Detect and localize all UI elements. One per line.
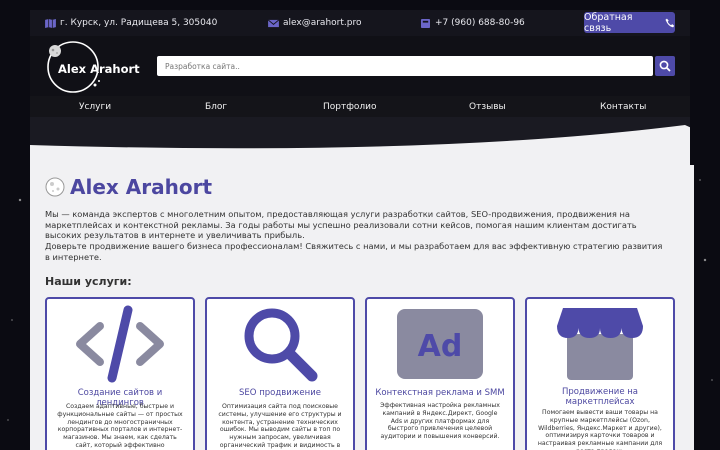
logo-text: Alex Arahort xyxy=(58,62,140,76)
code-icon xyxy=(76,305,164,383)
search-icon xyxy=(659,60,671,72)
service-desc: Оптимизация сайта под поисковые системы,… xyxy=(218,403,342,450)
service-card-ads[interactable]: Ad Контекстная реклама и SMM Эффективная… xyxy=(365,297,515,450)
storefront-icon xyxy=(557,308,643,380)
logo[interactable]: Alex Arahort xyxy=(45,41,155,93)
svg-text:Ad: Ad xyxy=(418,329,463,364)
nav-item-portfolio[interactable]: Портфолио xyxy=(323,102,377,112)
magnifier-icon xyxy=(244,308,318,382)
site-header: Alex Arahort xyxy=(30,36,690,96)
address-text: г. Курск, ул. Радищева 5, 305040 xyxy=(60,18,218,28)
service-card-web[interactable]: Создание сайтов и лендингов Создаем адап… xyxy=(45,297,195,450)
moon-icon xyxy=(45,177,65,197)
top-contact-bar: г. Курск, ул. Радищева 5, 305040 alex@ar… xyxy=(30,10,690,36)
service-desc: Эффективная настройка рекламных кампаний… xyxy=(380,402,500,441)
page-heading: Alex Arahort xyxy=(45,175,212,199)
email-item[interactable]: alex@arahort.pro xyxy=(268,18,361,28)
main-content: Alex Arahort Мы — команда экспертов с мн… xyxy=(30,165,694,450)
nav-item-reviews[interactable]: Отзывы xyxy=(469,102,506,112)
service-desc: Создаем адаптивные, быстрые и функционал… xyxy=(57,403,183,450)
phone-book-icon xyxy=(421,18,430,28)
phone-item[interactable]: +7 (960) 688-80-96 xyxy=(420,18,525,28)
main-nav: Услуги Блог Портфолио Отзывы Контакты xyxy=(30,96,690,117)
cta-paragraph: Доверьте продвижение вашего бизнеса проф… xyxy=(45,241,663,262)
envelope-icon xyxy=(268,19,279,27)
service-card-marketplace[interactable]: Продвижение на маркетплейсах Помогаем вы… xyxy=(525,297,675,450)
page-title: Alex Arahort xyxy=(70,175,213,199)
callback-label: Обратная связь xyxy=(584,11,633,34)
service-title: Продвижение на маркетплейсах xyxy=(561,387,639,407)
service-card-seo[interactable]: SEO продвижение Оптимизация сайта под по… xyxy=(205,297,355,450)
intro-paragraph: Мы — команда экспертов с многолетним опы… xyxy=(45,209,637,240)
email-link[interactable]: alex@arahort.pro xyxy=(283,18,361,28)
service-desc: Помогаем вывести ваши товары на крупные … xyxy=(537,409,663,450)
ad-icon: Ad xyxy=(397,309,483,379)
phone-link[interactable]: +7 (960) 688-80-96 xyxy=(435,18,525,28)
nav-item-services[interactable]: Услуги xyxy=(79,102,111,112)
map-icon xyxy=(45,18,56,28)
phone-icon xyxy=(665,18,675,27)
address-item: г. Курск, ул. Радищева 5, 305040 xyxy=(45,18,217,28)
search-button[interactable] xyxy=(655,56,675,76)
search-input[interactable] xyxy=(157,56,653,76)
header-curve xyxy=(30,117,690,165)
nav-item-blog[interactable]: Блог xyxy=(205,102,227,112)
services-heading: Наши услуги: xyxy=(45,275,132,288)
nav-item-contacts[interactable]: Контакты xyxy=(600,102,646,112)
service-title: Контекстная реклама и SMM xyxy=(375,388,505,398)
service-title: SEO продвижение xyxy=(239,388,321,398)
callback-button[interactable]: Обратная связь xyxy=(584,11,675,34)
